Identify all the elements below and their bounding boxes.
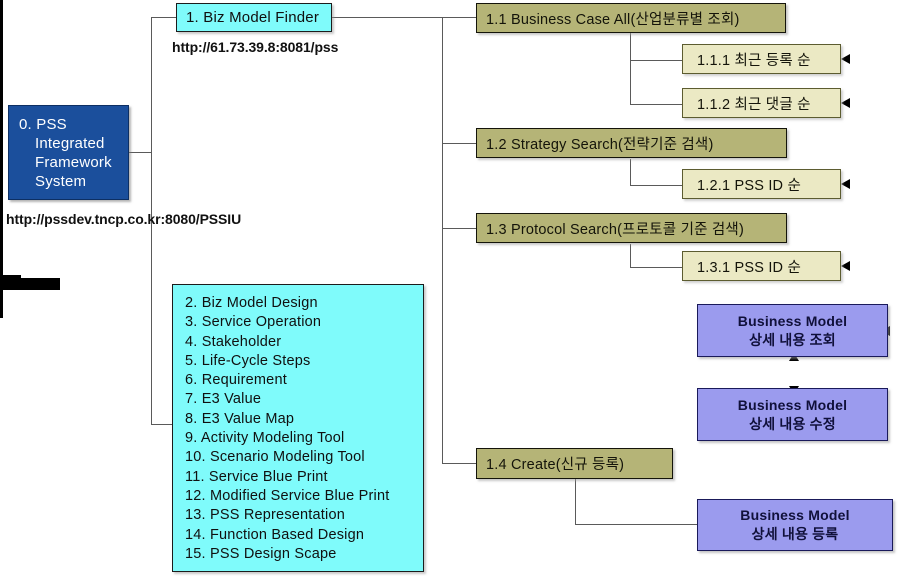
list-item: 13. PSS Representation bbox=[185, 507, 345, 524]
connector-branch-1-3 bbox=[442, 228, 476, 229]
connector-branch-1-1 bbox=[442, 17, 476, 18]
connector-sub-1-1-1 bbox=[630, 60, 682, 61]
connector-sub-trunk-1-3 bbox=[630, 244, 631, 268]
detail-line-1: Business Model bbox=[740, 507, 850, 523]
node-branch-create[interactable]: 1.4 Create(신규 등록) bbox=[476, 448, 673, 479]
node-detail-view-lookup[interactable]: Business Model 상세 내용 조회 bbox=[697, 304, 888, 357]
list-item: 14. Function Based Design bbox=[185, 526, 365, 543]
connector-mid-trunk bbox=[442, 17, 443, 464]
node-leaf-recent-comment[interactable]: 1.1.2 최근 댓글 순 bbox=[682, 88, 841, 118]
connector-sub-trunk-1-4 bbox=[575, 479, 576, 525]
detail-line-2: 상세 내용 등록 bbox=[751, 526, 839, 542]
leaf-label: 1.1.1 최근 등록 순 bbox=[697, 52, 811, 69]
node-branch-business-case-all[interactable]: 1.1 Business Case All(산업분류별 조회) bbox=[476, 3, 786, 33]
list-item: 15. PSS Design Scape bbox=[185, 545, 337, 562]
list-item: 6. Requirement bbox=[185, 372, 287, 389]
detail-line-2: 상세 내용 조회 bbox=[749, 331, 836, 348]
list-item: 12. Modified Service Blue Print bbox=[185, 487, 390, 504]
node-leaf-recent-registration[interactable]: 1.1.1 최근 등록 순 bbox=[682, 44, 841, 74]
node-detail-view-register[interactable]: Business Model 상세 내용 등록 bbox=[697, 499, 893, 551]
feedback-to-1-3-1 bbox=[0, 287, 60, 290]
root-line-4: System bbox=[35, 172, 87, 190]
node-biz-model-finder[interactable]: 1. Biz Model Finder bbox=[176, 3, 332, 32]
node-leaf-strategy-pss-id[interactable]: 1.2.1 PSS ID 순 bbox=[682, 169, 841, 199]
list-item: 3. Service Operation bbox=[185, 314, 322, 331]
node-root-system[interactable]: 0. PSS Integrated Framework System bbox=[8, 105, 129, 200]
root-line-1: 0. PSS bbox=[19, 115, 67, 133]
branch-label: 1.2 Strategy Search(전략기준 검색) bbox=[486, 136, 714, 153]
feedback-trunk-vertical bbox=[0, 0, 3, 275]
node-branch-protocol-search[interactable]: 1.3 Protocol Search(프로토콜 기준 검색) bbox=[476, 213, 787, 243]
connector-sub-trunk-1-1 bbox=[630, 33, 631, 105]
node-detail-view-edit[interactable]: Business Model 상세 내용 수정 bbox=[697, 388, 888, 441]
connector-sub-trunk-1-2 bbox=[630, 159, 631, 186]
list-item: 8. E3 Value Map bbox=[185, 410, 295, 427]
node-branch-strategy-search[interactable]: 1.2 Strategy Search(전략기준 검색) bbox=[476, 128, 787, 158]
connector-trunk-to-modules bbox=[151, 424, 173, 425]
arrowhead-1-3-1 bbox=[841, 261, 850, 271]
root-line-2: Integrated bbox=[35, 134, 105, 152]
node-module-list[interactable]: 2. Biz Model Design 3. Service Operation… bbox=[172, 284, 424, 572]
node-leaf-protocol-pss-id[interactable]: 1.3.1 PSS ID 순 bbox=[682, 251, 841, 281]
list-item: 4. Stakeholder bbox=[185, 333, 282, 350]
leaf-label: 1.3.1 PSS ID 순 bbox=[697, 259, 801, 276]
connector-branch-1-4 bbox=[442, 463, 476, 464]
connector-finder-to-trunk bbox=[332, 17, 443, 18]
list-item: 5. Life-Cycle Steps bbox=[185, 352, 311, 369]
branch-label: 1.4 Create(신규 등록) bbox=[486, 457, 625, 473]
connector-sub-1-4-register bbox=[575, 524, 698, 525]
branch-label: 1.1 Business Case All(산업분류별 조회) bbox=[486, 11, 740, 28]
diagram-canvas: 0. PSS Integrated Framework System http:… bbox=[0, 0, 914, 576]
root-url-label: http://pssdev.tncp.co.kr:8080/PSSIU bbox=[6, 211, 242, 227]
arrowhead-1-1-2 bbox=[841, 98, 850, 108]
connector-branch-1-2 bbox=[442, 143, 476, 144]
finder-label: 1. Biz Model Finder bbox=[186, 9, 320, 26]
detail-line-1: Business Model bbox=[737, 312, 848, 329]
connector-sub-1-3-1 bbox=[630, 267, 682, 268]
connector-sub-1-1-2 bbox=[630, 104, 682, 105]
leaf-label: 1.1.2 최근 댓글 순 bbox=[697, 96, 811, 113]
detail-line-2: 상세 내용 수정 bbox=[749, 415, 836, 432]
detail-line-1: Business Model bbox=[737, 396, 848, 413]
list-item: 10. Scenario Modeling Tool bbox=[185, 449, 365, 466]
arrowhead-1-1-1 bbox=[841, 54, 850, 64]
leaf-label: 1.2.1 PSS ID 순 bbox=[697, 177, 801, 194]
list-item: 9. Activity Modeling Tool bbox=[185, 430, 345, 447]
list-item: 2. Biz Model Design bbox=[185, 295, 318, 311]
connector-root-to-finder bbox=[151, 17, 177, 18]
list-item: 7. E3 Value bbox=[185, 391, 262, 408]
arrowhead-1-2-1 bbox=[841, 179, 850, 189]
finder-url-label: http://61.73.39.8:8081/pss bbox=[172, 39, 339, 55]
list-item: 11. Service Blue Print bbox=[185, 468, 328, 485]
branch-label: 1.3 Protocol Search(프로토콜 기준 검색) bbox=[486, 221, 744, 238]
root-line-3: Framework bbox=[35, 153, 112, 171]
connector-sub-1-2-1 bbox=[630, 185, 682, 186]
link-view-edit-shaft bbox=[0, 290, 3, 318]
connector-root-stub bbox=[129, 152, 152, 153]
